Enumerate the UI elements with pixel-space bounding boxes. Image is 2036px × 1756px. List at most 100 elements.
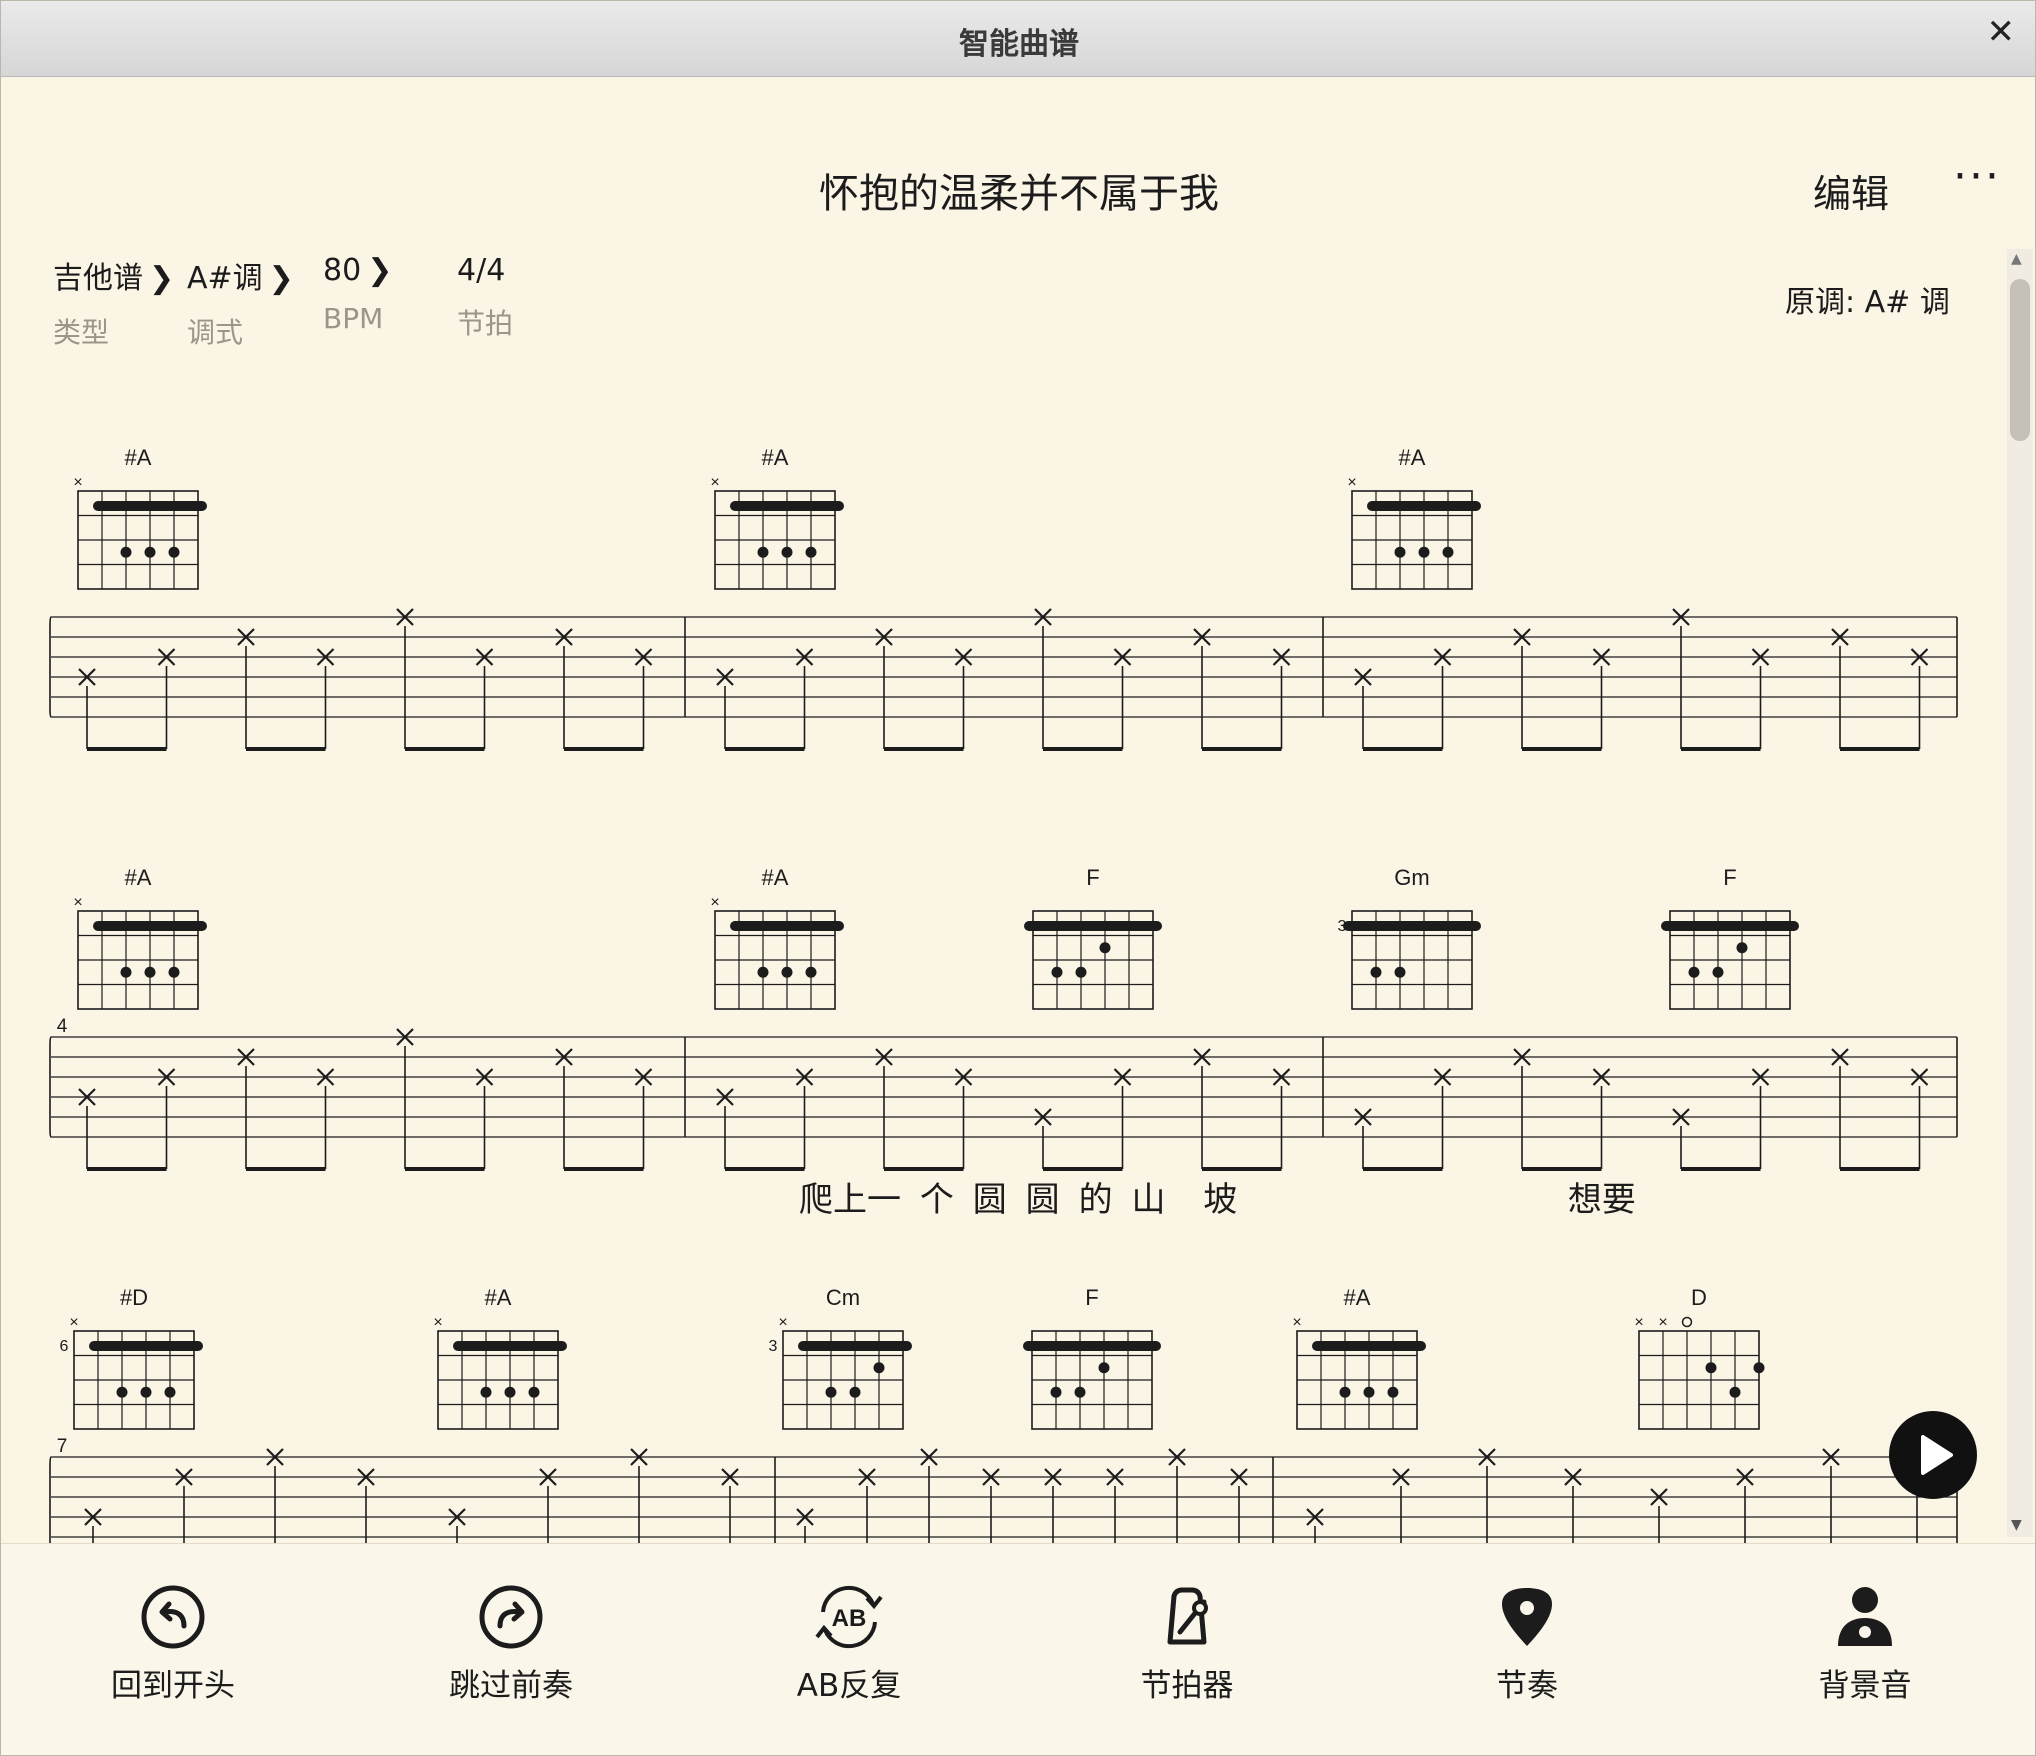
chord-finger-dot — [1394, 546, 1406, 558]
skip-intro-label: 跳过前奏 — [449, 1668, 573, 1704]
scroll-up-arrow-icon[interactable]: ▲ — [2011, 251, 2022, 267]
chord-finger-dot — [1363, 1386, 1375, 1398]
chord-base-fret: 3 — [769, 1338, 778, 1355]
back-to-start-button[interactable]: 回到开头 — [73, 1582, 273, 1705]
chord-muted-string-mark: × — [433, 1314, 442, 1331]
rewind-start-icon — [141, 1585, 205, 1649]
chord-finger-dot — [1418, 546, 1430, 558]
chord-finger-dot — [1370, 966, 1382, 978]
chord-name: #A — [485, 1285, 512, 1310]
chord-name: #A — [762, 445, 789, 470]
metronome-button[interactable]: 节拍器 — [1087, 1582, 1287, 1705]
bottom-toolbar: 回到开头 跳过前奏 AB AB反复 节拍器 节奏 背景音 — [1, 1543, 2035, 1755]
chord-finger-dot — [781, 966, 793, 978]
chord-finger-dot — [528, 1386, 540, 1398]
tab-staff-start-bracket — [49, 616, 52, 718]
chord-muted-string-mark: × — [73, 894, 82, 911]
chord-name: Gm — [1394, 865, 1429, 890]
chord-finger-dot — [120, 546, 132, 558]
close-button[interactable]: ✕ — [1987, 15, 2016, 49]
chord-finger-dot — [1712, 966, 1724, 978]
chord-finger-dot — [825, 1386, 837, 1398]
chord-muted-string-mark: × — [710, 474, 719, 491]
tablature-score: #A × #A × #A × #A × #A × F Gm 3 F 4 爬上一 个 圆 圆 的 山 坡 想要 #… — [49, 445, 1958, 1543]
chord-finger-dot — [1387, 1386, 1399, 1398]
chord-finger-dot — [757, 546, 769, 558]
chord-muted-string-mark: × — [1634, 1314, 1643, 1331]
chord-name: D — [1691, 1285, 1707, 1310]
metronome-icon — [1167, 1587, 1208, 1645]
chord-finger-dot — [757, 966, 769, 978]
chord-muted-string-mark: × — [710, 894, 719, 911]
chord-name: F — [1085, 1285, 1098, 1310]
backing-track-label: 背景音 — [1818, 1668, 1912, 1704]
chord-finger-dot — [873, 1362, 885, 1374]
chord-base-fret: 6 — [60, 1338, 69, 1355]
svg-text:AB: AB — [832, 1605, 867, 1632]
scrollbar-thumb[interactable] — [2010, 279, 2030, 441]
chord-finger-dot — [1729, 1386, 1741, 1398]
measure-number: 7 — [57, 1436, 68, 1457]
chord-finger-dot — [144, 546, 156, 558]
back-to-start-label: 回到开头 — [111, 1668, 235, 1704]
window-title: 智能曲谱 — [959, 27, 1079, 62]
play-icon — [1921, 1435, 1953, 1475]
chord-finger-dot — [1099, 942, 1111, 954]
chord-finger-dot — [168, 966, 180, 978]
chord-finger-dot — [1098, 1362, 1110, 1374]
chord-finger-dot — [144, 966, 156, 978]
chord-finger-dot — [116, 1386, 128, 1398]
ab-repeat-button[interactable]: AB AB反复 — [749, 1582, 949, 1705]
chord-finger-dot — [1075, 966, 1087, 978]
chord-finger-dot — [1688, 966, 1700, 978]
chord-finger-dot — [1339, 1386, 1351, 1398]
tab-staff-start-bracket — [49, 1036, 52, 1138]
chord-muted-string-mark: × — [73, 474, 82, 491]
chord-finger-dot — [849, 1386, 861, 1398]
backing-person-icon — [1838, 1587, 1892, 1646]
chord-finger-dot — [1705, 1362, 1717, 1374]
skip-intro-button[interactable]: 跳过前奏 — [411, 1582, 611, 1705]
chord-finger-dot — [805, 966, 817, 978]
chord-finger-dot — [1050, 1386, 1062, 1398]
lyrics-line: 爬上一 个 圆 圆 的 山 坡 想要 — [799, 1181, 1636, 1219]
ab-repeat-icon: AB — [815, 1585, 883, 1649]
backing-track-button[interactable]: 背景音 — [1765, 1582, 1965, 1705]
chord-finger-dot — [1442, 546, 1454, 558]
chord-muted-string-mark: × — [1347, 474, 1356, 491]
chord-name: F — [1723, 865, 1736, 890]
title-bar: 智能曲谱 ✕ — [1, 1, 2035, 77]
chord-finger-dot — [140, 1386, 152, 1398]
scrollbar-track[interactable] — [2007, 249, 2033, 1537]
play-button[interactable] — [1889, 1411, 1977, 1499]
chord-open-string-mark — [1681, 1316, 1693, 1328]
chord-finger-dot — [1736, 942, 1748, 954]
chord-name: #A — [125, 865, 152, 890]
chord-muted-string-mark: × — [1292, 1314, 1301, 1331]
chord-name: #A — [1399, 445, 1426, 470]
chord-name: #D — [120, 1285, 148, 1310]
chord-name: #A — [125, 445, 152, 470]
chord-finger-dot — [120, 966, 132, 978]
chord-muted-string-mark: × — [778, 1314, 787, 1331]
score-view[interactable]: 怀抱的温柔并不属于我 编辑 ··· 吉他谱 ❯ 类型 A#调 ❯ 调式 80 ❯ BP… — [1, 77, 2007, 1543]
app-window: 智能曲谱 ✕ 怀抱的温柔并不属于我 编辑 ··· 吉他谱 ❯ 类型 A#调 ❯ 调式… — [0, 0, 2036, 1756]
chord-name: Cm — [826, 1285, 860, 1310]
ab-repeat-label: AB反复 — [796, 1668, 902, 1704]
measure-number: 4 — [57, 1016, 68, 1037]
chord-finger-dot — [164, 1386, 176, 1398]
rhythm-label: 节奏 — [1496, 1668, 1558, 1704]
chord-finger-dot — [805, 546, 817, 558]
chord-finger-dot — [480, 1386, 492, 1398]
chord-base-fret: 3 — [1338, 918, 1347, 935]
metronome-label: 节拍器 — [1140, 1668, 1234, 1704]
scroll-down-arrow-icon[interactable]: ▼ — [2011, 1517, 2022, 1533]
chord-finger-dot — [1394, 966, 1406, 978]
chord-finger-dot — [1051, 966, 1063, 978]
chord-name: F — [1086, 865, 1099, 890]
chord-finger-dot — [504, 1386, 516, 1398]
rhythm-button[interactable]: 节奏 — [1427, 1582, 1627, 1705]
chord-muted-string-mark: × — [1658, 1314, 1667, 1331]
chord-finger-dot — [168, 546, 180, 558]
chord-muted-string-mark: × — [69, 1314, 78, 1331]
